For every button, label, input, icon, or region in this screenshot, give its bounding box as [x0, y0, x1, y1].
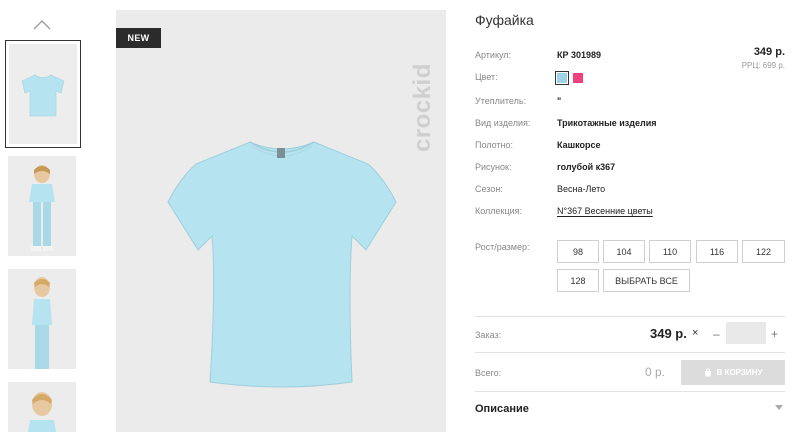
- order-unit-price: 349 р.: [650, 326, 687, 341]
- tshirt-image: [167, 141, 397, 388]
- attribute-value: КР 301989: [557, 50, 602, 60]
- child-photo-image: [29, 165, 55, 251]
- attribute-label: Коллекция:: [475, 206, 523, 216]
- thumbnail-4[interactable]: [8, 382, 76, 432]
- chevron-up-icon[interactable]: [33, 18, 51, 30]
- attribute-label: Утеплитель:: [475, 96, 527, 106]
- collection-link[interactable]: N°367 Весенние цветы: [557, 206, 653, 216]
- attribute-value: ": [557, 96, 562, 106]
- chevron-down-icon[interactable]: [775, 405, 783, 411]
- attribute-label: Рисунок:: [475, 162, 512, 172]
- attribute-row-article: Артикул: КР 301989: [475, 50, 601, 60]
- product-title: Фуфайка: [475, 12, 534, 28]
- svg-text:crockid: crockid: [409, 63, 436, 152]
- increase-quantity-button[interactable]: +: [771, 327, 778, 341]
- size-option-122[interactable]: 122: [742, 240, 785, 263]
- attribute-label: Цвет:: [475, 72, 498, 82]
- attribute-value: Кашкорсе: [557, 140, 601, 150]
- size-option-116[interactable]: 116: [696, 240, 738, 263]
- product-info-panel: Фуфайка 349 р. РРЦ: 699 р. Артикул: КР 3…: [475, 0, 785, 432]
- attribute-label: Сезон:: [475, 184, 503, 194]
- child-closeup-photo-image: [28, 392, 56, 432]
- attribute-row-season: Сезон: Весна-Лето: [475, 184, 605, 194]
- attribute-row-product-type: Вид изделия: Трикотажные изделия: [475, 118, 657, 128]
- thumbnail-1[interactable]: [5, 40, 81, 148]
- size-option-98[interactable]: 98: [557, 240, 599, 263]
- total-label: Всего:: [475, 368, 502, 378]
- attribute-label: Полотно:: [475, 140, 514, 150]
- multiply-sign: ×: [692, 327, 699, 339]
- divider: [475, 391, 785, 392]
- add-to-cart-label: В КОРЗИНУ: [716, 368, 763, 377]
- attribute-value: Трикотажные изделия: [557, 118, 657, 128]
- divider: [475, 316, 785, 317]
- main-product-image[interactable]: NEW crockid: [116, 10, 446, 432]
- new-badge: NEW: [116, 28, 161, 48]
- product-price: 349 р.: [753, 46, 785, 58]
- quantity-input[interactable]: [726, 322, 766, 344]
- attribute-row-insulation: Утеплитель: ": [475, 96, 561, 106]
- bag-icon: [704, 368, 711, 377]
- select-all-sizes-button[interactable]: ВЫБРАТЬ ВСЕ: [603, 269, 690, 292]
- order-label: Заказ:: [475, 330, 502, 340]
- brand-logo: crockid: [409, 63, 436, 152]
- tshirt-thumbnail-image: [21, 74, 65, 117]
- attribute-label: Вид изделия:: [475, 118, 531, 128]
- attribute-value: Весна-Лето: [557, 184, 606, 194]
- color-swatch-pink[interactable]: [572, 72, 583, 83]
- thumbnail-gallery: [0, 0, 85, 432]
- color-swatches: [555, 70, 586, 85]
- child-side-photo-image: [32, 277, 52, 369]
- size-option-128[interactable]: 128: [557, 269, 599, 292]
- total-value: 0 р.: [645, 365, 666, 379]
- attribute-row-fabric: Полотно: Кашкорсе: [475, 140, 601, 150]
- attribute-row-color: Цвет:: [475, 70, 586, 85]
- attribute-label: Артикул:: [475, 50, 512, 60]
- product-page: NEW crockid Фуфайка 349 р. РРЦ: 699 р. А…: [0, 0, 800, 432]
- thumbnail-3[interactable]: [8, 269, 76, 369]
- recommended-retail-price: РРЦ: 699 р.: [741, 61, 785, 70]
- add-to-cart-button[interactable]: В КОРЗИНУ: [681, 360, 785, 385]
- divider: [475, 352, 785, 353]
- size-label: Рост/размер:: [475, 242, 530, 252]
- attribute-value: голубой к367: [557, 162, 616, 172]
- size-option-104[interactable]: 104: [603, 240, 645, 263]
- attribute-row-pattern: Рисунок: голубой к367: [475, 162, 615, 172]
- size-option-110[interactable]: 110: [649, 240, 691, 263]
- attribute-row-collection: Коллекция: N°367 Весенние цветы: [475, 206, 653, 216]
- description-toggle[interactable]: Описание: [475, 403, 529, 415]
- thumbnail-2[interactable]: [8, 156, 76, 256]
- color-swatch-blue[interactable]: [555, 70, 569, 85]
- decrease-quantity-button[interactable]: –: [713, 327, 720, 341]
